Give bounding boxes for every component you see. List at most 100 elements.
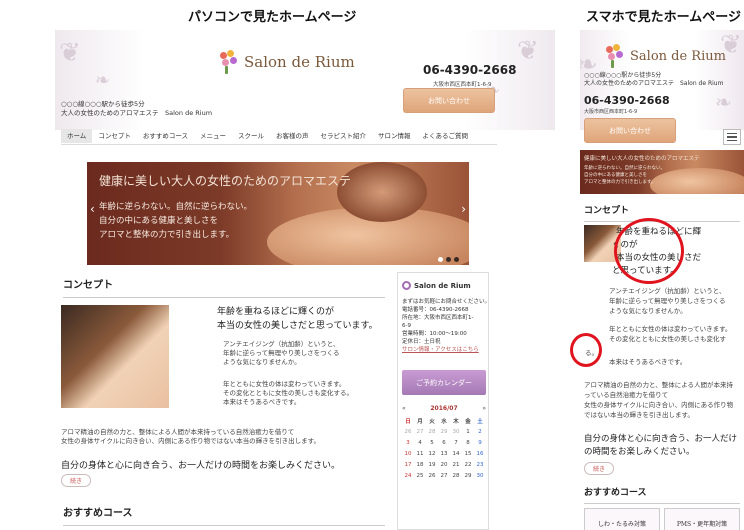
calendar-dow: 木 (453, 418, 459, 425)
nav-item-therapist[interactable]: セラピスト紹介 (315, 129, 373, 143)
calendar-dow: 土 (477, 418, 483, 425)
address: 大阪市西区西本町1-6-9 (584, 109, 638, 115)
sidebar: Salon de Rium まずはお気軽にお問合せください。 電話番号：06-4… (397, 272, 490, 530)
annotation-circle (614, 218, 684, 284)
calendar-day[interactable]: 26 (426, 470, 438, 481)
nav-item-voice[interactable]: お客様の声 (270, 129, 315, 143)
concept-photo (61, 305, 169, 408)
phone-number[interactable]: 06-4390-2668 (423, 63, 516, 77)
calendar-day[interactable]: 6 (438, 437, 450, 448)
nav-item-concept[interactable]: コンセプト (92, 129, 137, 143)
pc-screenshot: ❦ ❧ ❦ ❧ Salon de Rium ○○○線○○○駅から徒歩5分 大人の… (55, 30, 555, 530)
calendar-day[interactable]: 11 (414, 448, 426, 459)
access-info: ○○○線○○○駅から徒歩5分 大人の女性のためのアロマエステ Salon de … (584, 72, 724, 87)
calendar-day[interactable]: 25 (414, 470, 426, 481)
contact-button[interactable]: お問い合わせ (403, 88, 495, 113)
calendar-day[interactable]: 28 (426, 426, 438, 437)
calendar-day[interactable]: 22 (462, 459, 474, 470)
calendar-day[interactable]: 29 (462, 470, 474, 481)
nav-item-menu[interactable]: メニュー (194, 129, 232, 143)
calendar-day[interactable]: 5 (426, 437, 438, 448)
calendar-day[interactable]: 27 (438, 470, 450, 481)
slider-dots (438, 257, 459, 262)
calendar-day[interactable]: 16 (474, 448, 486, 459)
annotation-circle (570, 333, 602, 367)
hamburger-menu-icon[interactable] (723, 129, 741, 145)
access-info: ○○○線○○○駅から徒歩5分 大人の女性のためのアロマエステ Salon de … (61, 100, 213, 117)
site-logo[interactable]: Salon de Rium (218, 50, 355, 74)
calendar-day[interactable]: 24 (402, 470, 414, 481)
concept-paragraph: 年とともに女性の体は変わっていきます。 その変化とともに女性の美しさも変化す (609, 325, 732, 343)
read-more-button[interactable]: 続き (61, 474, 92, 487)
course-card[interactable]: しわ・たるみ対策 (584, 508, 660, 530)
calendar-day[interactable]: 15 (462, 448, 474, 459)
calendar-dow: 金 (465, 418, 471, 425)
calendar-day[interactable]: 30 (474, 470, 486, 481)
calendar-prev-icon[interactable]: « (402, 405, 406, 412)
contact-button[interactable]: お問い合わせ (584, 118, 676, 143)
slider-prev-icon[interactable]: ‹ (90, 202, 95, 216)
hero-slider[interactable]: 健康に美しい大人の女性のためのアロマエステ 年齢に逆らわない。自然に逆らわない。… (580, 150, 744, 194)
sidebar-access-link[interactable]: サロン情報・アクセスはこちら (402, 346, 490, 354)
slider-dot[interactable] (454, 257, 459, 262)
leaf-ornament-icon: ❦ (517, 36, 539, 66)
slider-dot[interactable] (438, 257, 443, 262)
calendar-day[interactable]: 21 (450, 459, 462, 470)
calendar-day[interactable]: 19 (426, 459, 438, 470)
calendar-month: 2016/07 (430, 405, 458, 412)
flower-logo-icon (604, 44, 624, 68)
calendar-day[interactable]: 10 (402, 448, 414, 459)
nav-item-recommend[interactable]: おすすめコース (137, 129, 194, 143)
calendar-dow: 日 (405, 418, 411, 425)
calendar-day[interactable]: 27 (414, 426, 426, 437)
calendar-next-icon[interactable]: » (482, 405, 486, 412)
nav-item-salon[interactable]: サロン情報 (372, 129, 417, 143)
concept-paragraph: 年とともに女性の体は変わっていきます。 その変化とともに女性の美しさも変化する。… (223, 380, 353, 406)
phone-number[interactable]: 06-4390-2668 (584, 94, 670, 107)
hero-title: 健康に美しい大人の女性のためのアロマエステ (584, 156, 700, 162)
recommend-heading: おすすめコース (63, 504, 385, 526)
hero-hands-shape (337, 162, 427, 222)
site-logo[interactable]: Salon de Rium (604, 44, 726, 68)
calendar-day[interactable]: 30 (450, 426, 462, 437)
calendar-day[interactable]: 18 (414, 459, 426, 470)
main-nav: ホーム コンセプト おすすめコース メニュー スクール お客様の声 セラピスト紹… (61, 127, 497, 145)
calendar-day[interactable]: 26 (402, 426, 414, 437)
calendar-day[interactable]: 1 (462, 426, 474, 437)
course-card[interactable]: PMS・更年期対策 (664, 508, 740, 530)
calendar-day[interactable]: 9 (474, 437, 486, 448)
address: 大阪市西区西本町1-6-9 (433, 82, 492, 88)
slider-next-icon[interactable]: › (461, 202, 466, 216)
calendar-day[interactable]: 17 (402, 459, 414, 470)
nav-item-school[interactable]: スクール (232, 129, 270, 143)
slider-dot[interactable] (446, 257, 451, 262)
ring-icon (402, 281, 411, 290)
calendar-day[interactable]: 29 (438, 426, 450, 437)
calendar-day[interactable]: 20 (438, 459, 450, 470)
read-more-button[interactable]: 続き (584, 462, 615, 475)
concept-paragraph: アロマ精油の自然の力と、整体による人間が本来持 っている自然治癒力を借りて 女性… (584, 381, 734, 419)
sp-caption: スマホで見たホームページ (586, 10, 741, 25)
calendar-day[interactable]: 13 (438, 448, 450, 459)
hero-slider[interactable]: 健康に美しい大人の女性のためのアロマエステ 年齢に逆らわない。自然に逆らわない。… (87, 162, 469, 265)
pc-caption: パソコンで見たホームページ (188, 10, 357, 25)
calendar-day[interactable]: 28 (450, 470, 462, 481)
calendar-day[interactable]: 23 (474, 459, 486, 470)
calendar-day[interactable]: 8 (462, 437, 474, 448)
calendar-day[interactable]: 7 (450, 437, 462, 448)
nav-item-home[interactable]: ホーム (61, 128, 93, 143)
nav-item-faq[interactable]: よくあるご質問 (417, 129, 475, 143)
flower-logo-icon (218, 50, 238, 74)
calendar-day[interactable]: 12 (426, 448, 438, 459)
sidebar-salon-name: Salon de Rium (402, 281, 471, 290)
calendar-day[interactable]: 14 (450, 448, 462, 459)
recommend-heading: おすすめコース (584, 485, 740, 504)
calendar-dow: 水 (441, 418, 447, 425)
concept-heading: コンセプト (63, 276, 385, 298)
calendar-day[interactable]: 2 (474, 426, 486, 437)
site-name: Salon de Rium (244, 53, 355, 71)
calendar-day[interactable]: 4 (414, 437, 426, 448)
reservation-calendar-button[interactable]: ご予約カレンダー (402, 370, 486, 395)
calendar-header: « 2016/07 » (402, 405, 486, 412)
calendar-day[interactable]: 3 (402, 437, 414, 448)
